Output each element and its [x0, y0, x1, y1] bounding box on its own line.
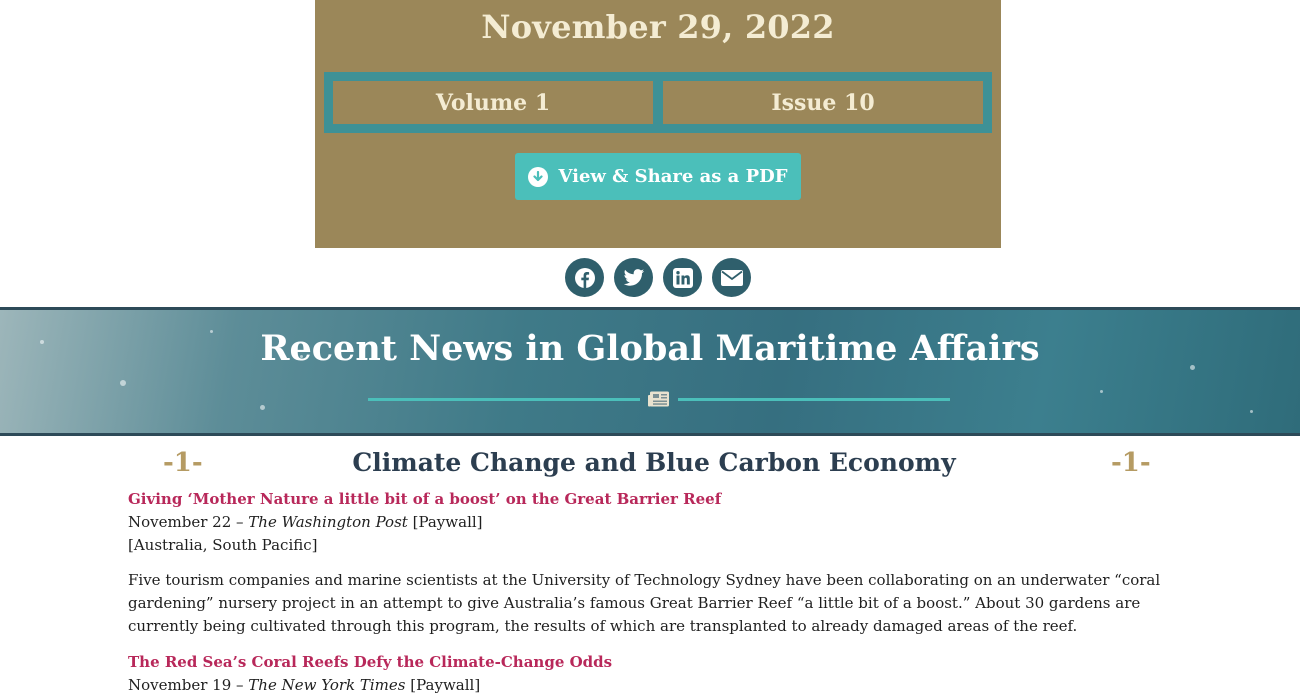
- issue-label: Issue 10: [663, 81, 983, 124]
- twitter-icon[interactable]: [614, 258, 653, 297]
- facebook-icon[interactable]: [565, 258, 604, 297]
- volume-label: Volume 1: [333, 81, 653, 124]
- article-meta: November 22 – The Washington Post [Paywa…: [128, 511, 1178, 534]
- banner-title: Recent News in Global Maritime Affairs: [260, 328, 1040, 369]
- social-share-bar: [565, 258, 751, 297]
- section-number-right: -1-: [1111, 448, 1151, 478]
- issue-header: November 29, 2022 Volume 1 Issue 10 View…: [315, 0, 1001, 248]
- article-access: [Paywall]: [410, 676, 481, 694]
- article-access: [Paywall]: [412, 513, 483, 531]
- article-meta: November 19 – The New York Times [Paywal…: [128, 674, 1178, 697]
- email-icon[interactable]: [712, 258, 751, 297]
- article-date: November 22 –: [128, 513, 244, 531]
- article-item: Giving ‘Mother Nature a little bit of a …: [128, 488, 1178, 638]
- article-date: November 19 –: [128, 676, 244, 694]
- banner-divider-left: [368, 398, 640, 401]
- article-item: The Red Sea’s Coral Reefs Defy the Clima…: [128, 651, 1178, 697]
- article-region: [Australia, South Pacific]: [128, 536, 318, 554]
- section-title: Climate Change and Blue Carbon Economy: [352, 448, 956, 477]
- article-title-link[interactable]: Giving ‘Mother Nature a little bit of a …: [128, 488, 1178, 511]
- download-circle-icon: [528, 166, 549, 187]
- banner-divider-right: [678, 398, 950, 401]
- linkedin-icon[interactable]: [663, 258, 702, 297]
- article-source: The New York Times: [248, 676, 406, 694]
- view-share-pdf-button[interactable]: View & Share as a PDF: [515, 153, 801, 200]
- volume-issue-bar: Volume 1 Issue 10: [324, 72, 992, 133]
- article-source: The Washington Post: [248, 513, 408, 531]
- section-header: -1- Climate Change and Blue Carbon Econo…: [0, 448, 1300, 484]
- article-summary: Five tourism companies and marine scient…: [128, 571, 1161, 635]
- news-banner: Recent News in Global Maritime Affairs: [0, 307, 1300, 436]
- article-list: Giving ‘Mother Nature a little bit of a …: [128, 488, 1178, 697]
- pdf-button-label: View & Share as a PDF: [558, 166, 788, 187]
- article-title-link[interactable]: The Red Sea’s Coral Reefs Defy the Clima…: [128, 651, 1178, 674]
- newspaper-icon: [648, 391, 670, 411]
- issue-date: November 29, 2022: [481, 8, 835, 46]
